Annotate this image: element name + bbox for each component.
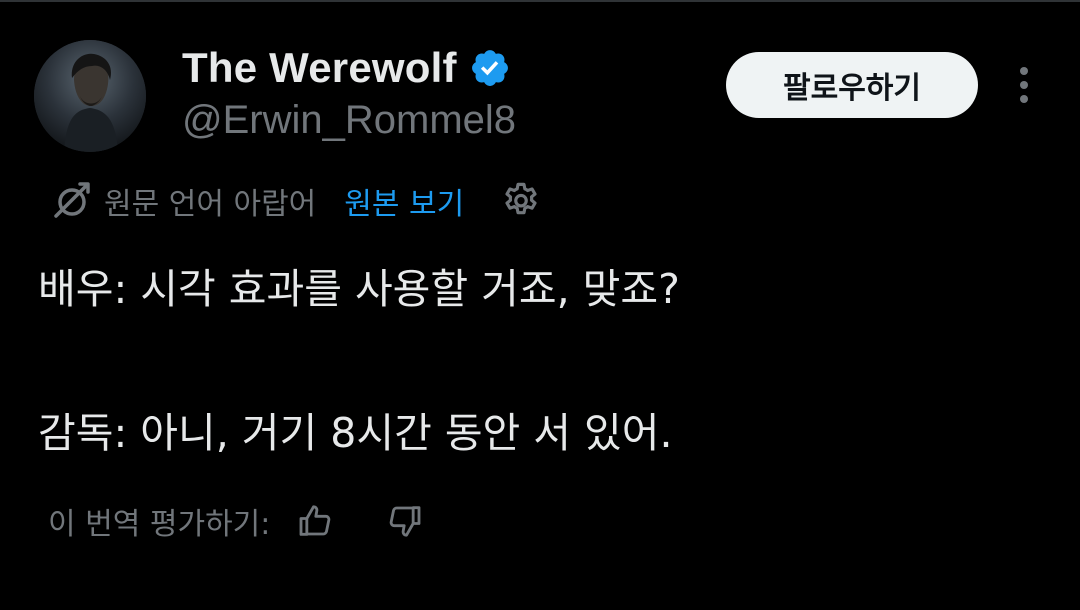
gear-icon[interactable] bbox=[500, 180, 542, 222]
avatar[interactable] bbox=[34, 40, 146, 152]
top-divider bbox=[0, 0, 1080, 2]
more-options-button[interactable] bbox=[1004, 62, 1044, 108]
view-original-link[interactable]: 원본 보기 bbox=[344, 179, 464, 223]
rate-translation-label: 이 번역 평가하기: bbox=[48, 507, 271, 542]
tweet-body: 배우: 시각 효과를 사용할 거죠, 맞죠? 감독: 아니, 거기 8시간 동안… bbox=[38, 256, 1048, 466]
translation-source-language: 원문 언어 아랍어 bbox=[104, 187, 317, 222]
thumbs-down-icon bbox=[390, 506, 421, 537]
verified-badge-icon bbox=[471, 50, 508, 86]
author-name-row: The Werewolf bbox=[182, 38, 511, 98]
tweet-line-break bbox=[38, 322, 1048, 400]
author-handle[interactable]: @Erwin_Rommel8 bbox=[182, 98, 516, 143]
thumbs-down-button[interactable] bbox=[382, 499, 426, 543]
more-dots-icon bbox=[1020, 67, 1028, 103]
thumbs-up-icon bbox=[299, 505, 331, 536]
thumbs-up-button[interactable] bbox=[294, 499, 338, 543]
translation-rating-bar: 이 번역 평가하기: bbox=[48, 496, 426, 546]
tweet-line-actor: 배우: 시각 효과를 사용할 거죠, 맞죠? bbox=[38, 265, 680, 313]
tweet-line-director: 감독: 아니, 거기 8시간 동안 서 있어. bbox=[38, 409, 673, 457]
follow-button[interactable]: 팔로우하기 bbox=[726, 52, 978, 118]
translation-bar: 원문 언어 아랍어 원본 보기 bbox=[48, 176, 542, 226]
avatar-image bbox=[34, 40, 146, 152]
author-display-name[interactable]: The Werewolf bbox=[182, 44, 457, 92]
translate-icon bbox=[54, 182, 90, 218]
